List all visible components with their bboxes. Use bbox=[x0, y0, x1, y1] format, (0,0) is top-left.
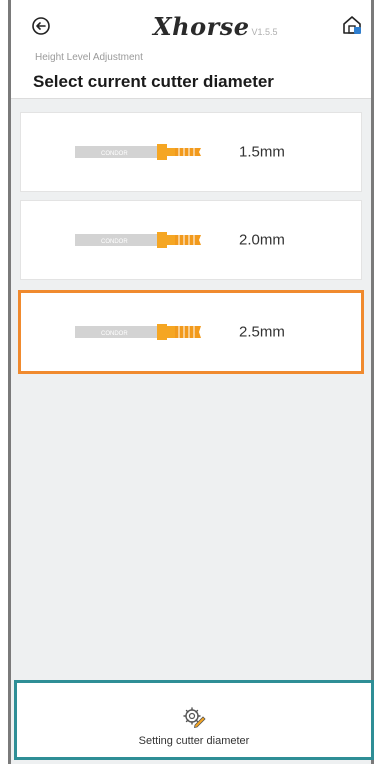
gear-pencil-icon bbox=[183, 707, 206, 729]
cutter-option-2-5mm[interactable]: CONDOR 2.5mm bbox=[18, 290, 364, 374]
home-icon[interactable] bbox=[341, 14, 363, 36]
cutter-option-1-5mm[interactable]: CONDOR 1.5mm bbox=[20, 112, 362, 192]
cutter-engraving: CONDOR bbox=[101, 239, 128, 245]
cutter-engraving: CONDOR bbox=[101, 151, 128, 157]
page-subtitle: Height Level Adjustment bbox=[35, 52, 143, 63]
setting-cutter-diameter-button[interactable]: Setting cutter diameter bbox=[14, 680, 374, 760]
cutter-image: CONDOR bbox=[75, 144, 201, 160]
page-title: Select current cutter diameter bbox=[33, 72, 274, 91]
footer-label: Setting cutter diameter bbox=[138, 735, 250, 747]
cutter-option-2-0mm[interactable]: CONDOR 2.0mm bbox=[20, 200, 362, 280]
cutter-image: CONDOR bbox=[75, 324, 201, 340]
back-arrow-icon[interactable] bbox=[31, 16, 51, 36]
cutter-option-label: 2.0mm bbox=[239, 231, 285, 249]
app-logo: Xhorse V1.5.5 bbox=[153, 12, 278, 41]
version-label: V1.5.5 bbox=[251, 27, 278, 37]
header: Xhorse V1.5.5 Height Level Adjustment Se… bbox=[11, 0, 371, 99]
device-screen: Xhorse V1.5.5 Height Level Adjustment Se… bbox=[0, 0, 382, 764]
cutter-option-label: 2.5mm bbox=[239, 323, 285, 341]
cutter-engraving: CONDOR bbox=[101, 331, 128, 337]
cutter-image: CONDOR bbox=[75, 232, 201, 248]
app-frame: Xhorse V1.5.5 Height Level Adjustment Se… bbox=[8, 0, 374, 764]
cutter-option-label: 1.5mm bbox=[239, 143, 285, 161]
logo-text: Xhorse bbox=[153, 12, 250, 41]
